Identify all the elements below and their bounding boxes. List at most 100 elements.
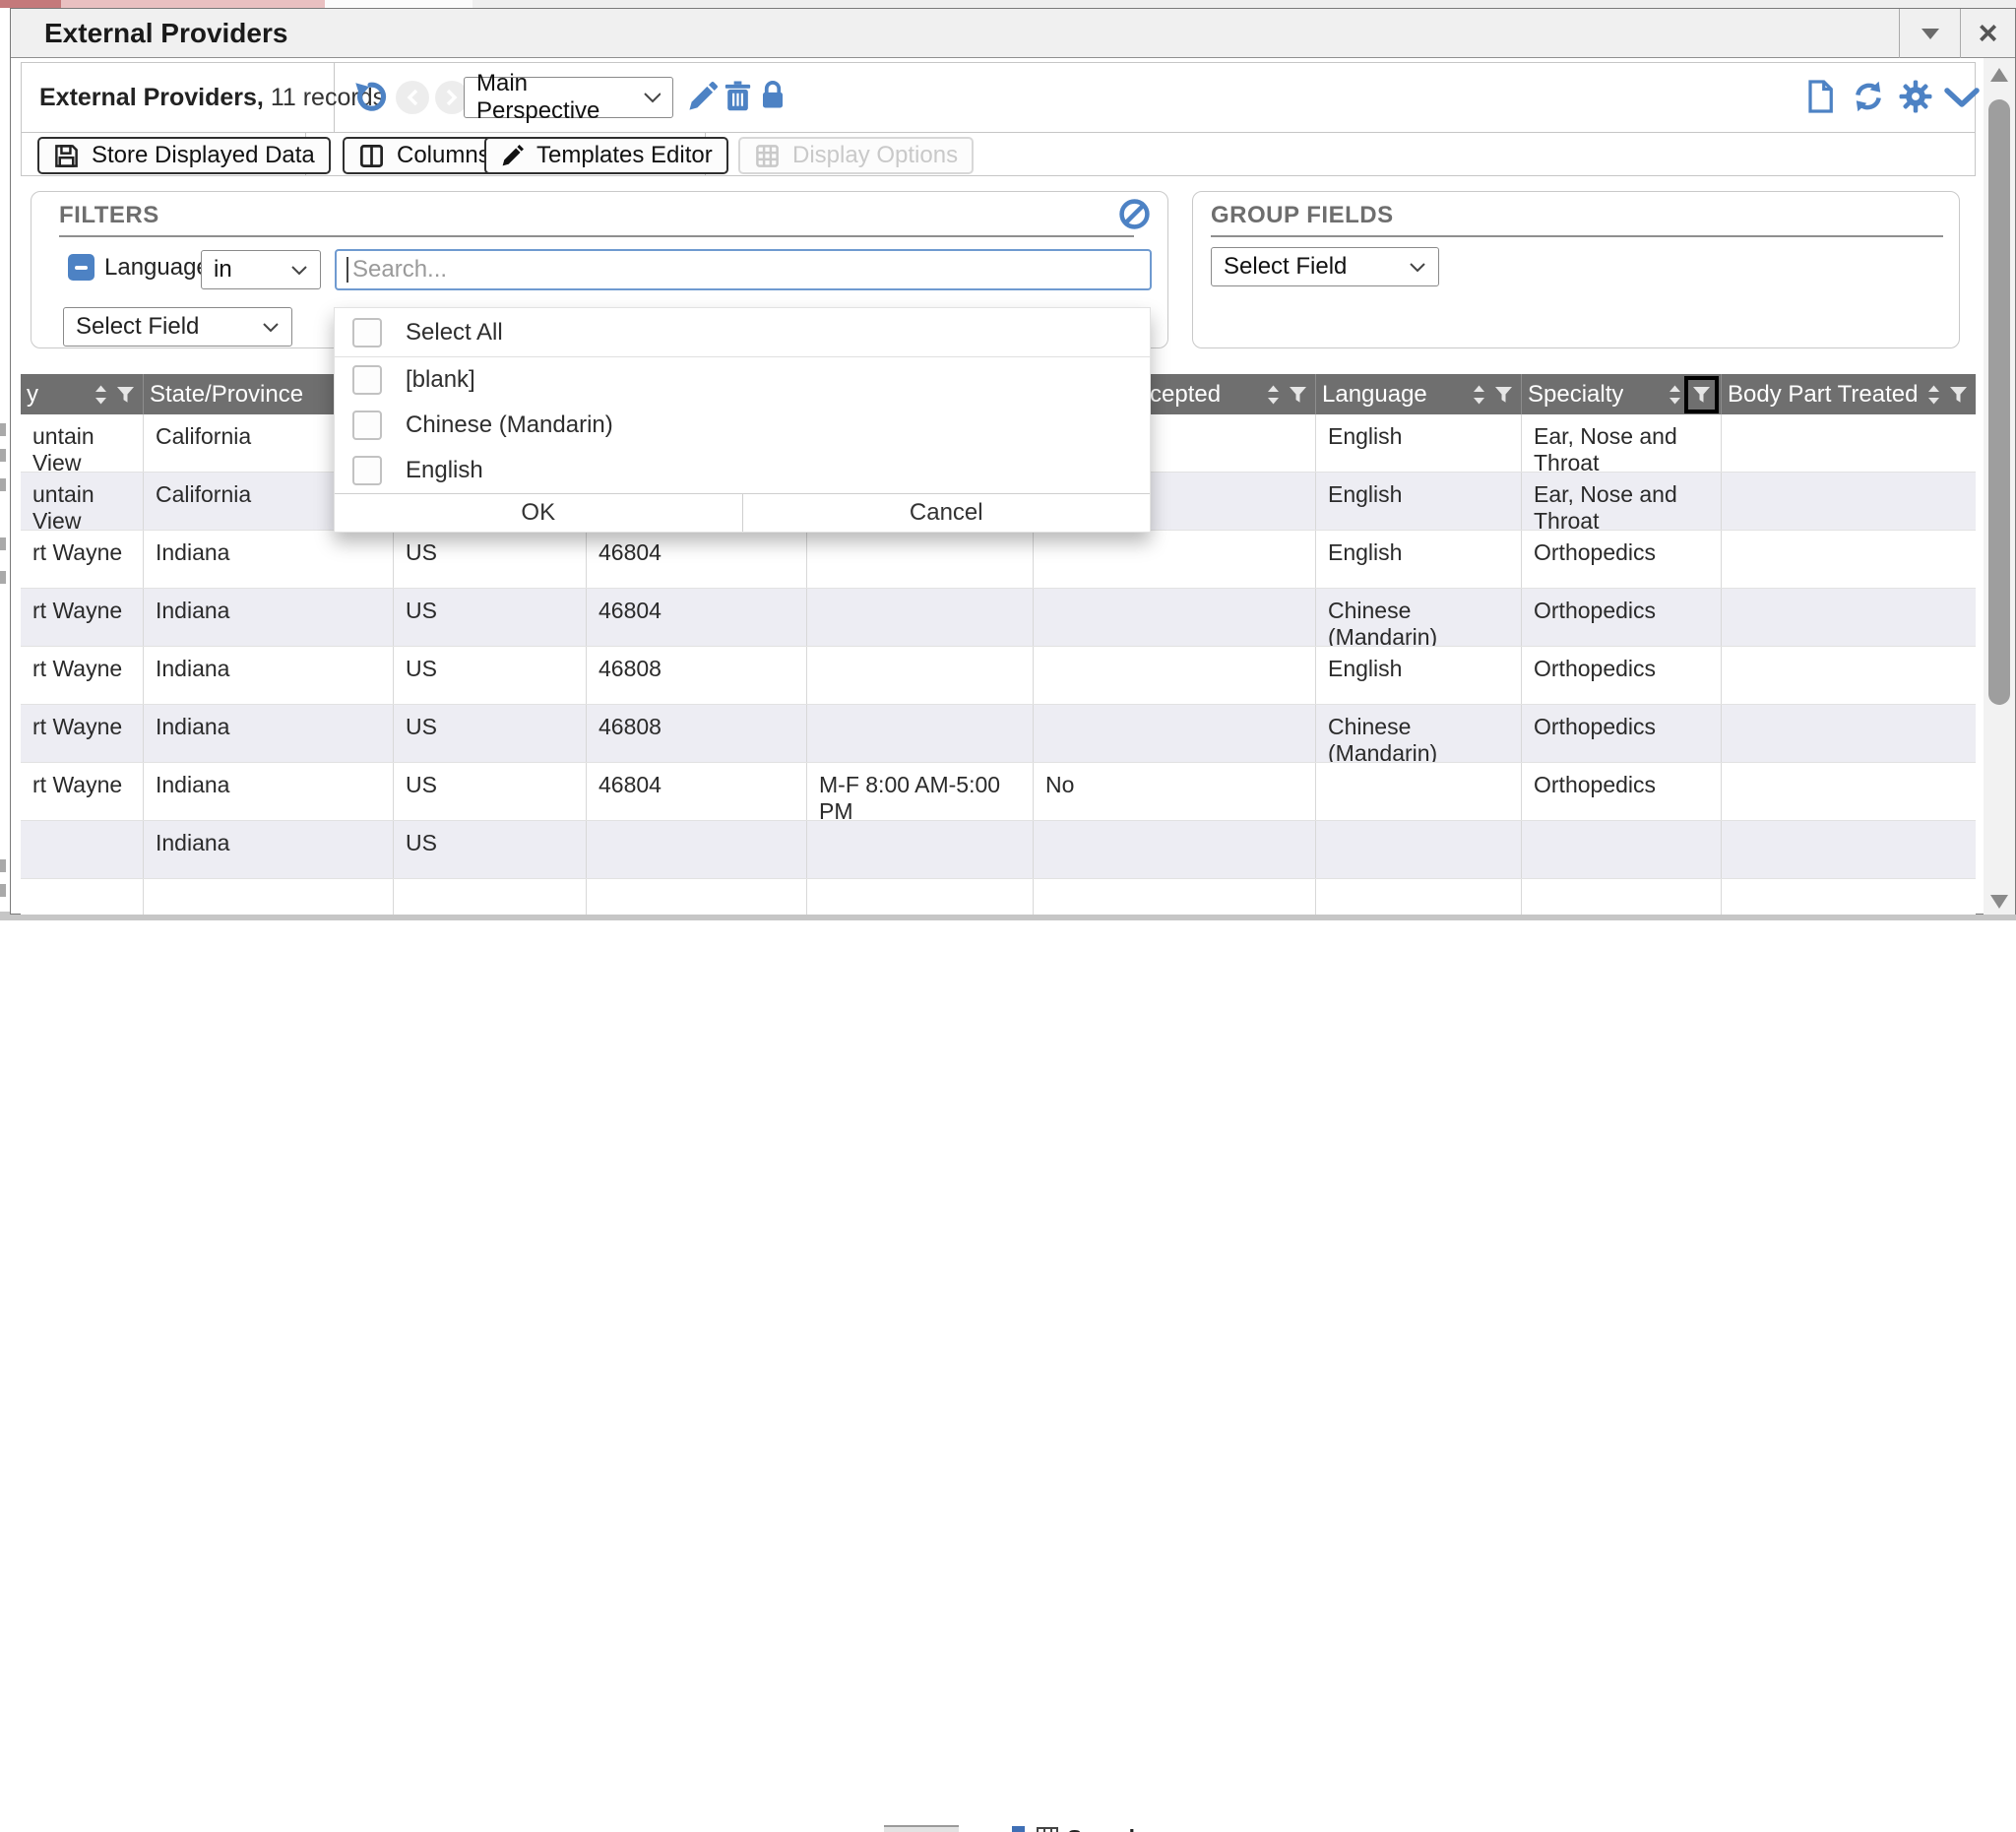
filter-funnel-icon[interactable] [1494, 386, 1513, 404]
columns-button[interactable]: Columns [343, 137, 506, 174]
cell-bodypart[interactable] [1721, 821, 1976, 878]
clear-filters-icon[interactable] [1118, 198, 1151, 230]
cell-city[interactable]: rt Wayne [21, 647, 143, 704]
cell-language[interactable]: Chinese (Mandarin) [1315, 705, 1521, 762]
cell-city[interactable] [21, 821, 143, 878]
lock-perspective-icon[interactable] [758, 78, 788, 113]
cell-accepted[interactable] [1033, 821, 1315, 878]
table-row[interactable]: rt WayneIndianaUS46808EnglishOrthopedics [21, 647, 1976, 705]
cell-zip[interactable] [586, 821, 806, 878]
cell-hours[interactable] [806, 647, 1033, 704]
back-button[interactable] [396, 81, 429, 114]
cell-state[interactable]: Indiana [143, 763, 393, 820]
cell-hours[interactable] [806, 531, 1033, 588]
dialog-close-button[interactable]: × [1960, 9, 2015, 58]
cell-zip[interactable]: 46804 [586, 589, 806, 646]
filter-funnel-icon[interactable] [116, 386, 135, 404]
cancel-button[interactable]: Cancel [742, 494, 1151, 532]
cell-accepted[interactable] [1033, 589, 1315, 646]
remove-filter-button[interactable] [68, 254, 94, 281]
cell-city[interactable]: untain View [21, 473, 143, 530]
sort-icon[interactable] [94, 384, 108, 406]
column-header-bodypart[interactable]: Body Part Treated [1721, 374, 1976, 414]
dropdown-option[interactable]: Chinese (Mandarin) [335, 403, 1150, 448]
cell-city[interactable]: rt Wayne [21, 705, 143, 762]
table-row[interactable]: rt WayneIndianaUS46804M-F 8:00 AM-5:00 P… [21, 763, 1976, 821]
cell-accepted[interactable] [1033, 705, 1315, 762]
table-row[interactable]: rt WayneIndianaUS46808Chinese (Mandarin)… [21, 705, 1976, 763]
cell-bodypart[interactable] [1721, 414, 1976, 472]
cell-specialty[interactable] [1521, 821, 1721, 878]
cell-city[interactable]: rt Wayne [21, 531, 143, 588]
filter-operator-select[interactable]: in [201, 250, 321, 289]
focused-filter-funnel[interactable] [1684, 376, 1719, 413]
cell-accepted[interactable] [1033, 531, 1315, 588]
undo-icon[interactable] [352, 79, 388, 114]
cell-bodypart[interactable] [1721, 589, 1976, 646]
sort-icon[interactable] [1472, 384, 1486, 406]
cell-zip[interactable]: 46804 [586, 531, 806, 588]
add-filter-field-select[interactable]: Select Field [63, 307, 292, 347]
dropdown-option[interactable]: Select All [335, 308, 1150, 356]
dialog-menu-button[interactable] [1899, 9, 1960, 58]
ok-button[interactable]: OK [335, 494, 742, 532]
cell-language[interactable] [1315, 821, 1521, 878]
cell-language[interactable]: English [1315, 473, 1521, 530]
cell-language[interactable]: English [1315, 414, 1521, 472]
cell-zip[interactable] [586, 879, 806, 915]
filter-search-input[interactable] [335, 249, 1152, 290]
cell-country[interactable]: US [393, 821, 586, 878]
cell-city[interactable]: rt Wayne [21, 589, 143, 646]
cell-bodypart[interactable] [1721, 647, 1976, 704]
table-row[interactable]: rt WayneIndianaUS46804 Chinese (Mandarin)… [21, 589, 1976, 647]
table-row[interactable]: IndianaUS [21, 821, 1976, 879]
cell-language[interactable]: Chinese (Mandarin) [1315, 589, 1521, 646]
templates-editor-button[interactable]: Templates Editor [484, 137, 728, 174]
cell-accepted[interactable]: No [1033, 763, 1315, 820]
cell-language[interactable]: English [1315, 647, 1521, 704]
cell-state[interactable]: Indiana [143, 705, 393, 762]
scroll-down-arrow-icon[interactable] [1990, 895, 2008, 909]
cell-state[interactable]: Indiana [143, 531, 393, 588]
cell-bodypart[interactable] [1721, 879, 1976, 915]
scroll-up-arrow-icon[interactable] [1990, 68, 2008, 82]
cell-specialty[interactable]: Orthopedics [1521, 763, 1721, 820]
cell-country[interactable]: US [393, 705, 586, 762]
scrollbar-thumb[interactable] [1988, 99, 2010, 705]
cell-hours[interactable]: M-F 8:00 AM-5:00 PM [806, 763, 1033, 820]
cell-country[interactable]: US [393, 763, 586, 820]
cell-hours[interactable] [806, 879, 1033, 915]
delete-perspective-icon[interactable] [723, 79, 753, 114]
collapse-toolbar-icon[interactable] [1943, 87, 1981, 110]
column-header-language[interactable]: Language [1315, 374, 1521, 414]
cell-specialty[interactable]: Ear, Nose and Throat [1521, 414, 1721, 472]
cell-bodypart[interactable] [1721, 705, 1976, 762]
cell-specialty[interactable] [1521, 879, 1721, 915]
cell-country[interactable] [393, 879, 586, 915]
refresh-icon[interactable] [1851, 80, 1886, 113]
cell-specialty[interactable]: Orthopedics [1521, 531, 1721, 588]
new-document-icon[interactable] [1805, 78, 1835, 115]
edit-perspective-icon[interactable] [686, 81, 719, 113]
column-header-specialty[interactable]: Specialty [1521, 374, 1721, 414]
cell-country[interactable]: US [393, 531, 586, 588]
cell-state[interactable] [143, 879, 393, 915]
cell-hours[interactable] [806, 705, 1033, 762]
cell-hours[interactable] [806, 821, 1033, 878]
cell-specialty[interactable]: Orthopedics [1521, 647, 1721, 704]
cell-zip[interactable]: 46808 [586, 647, 806, 704]
dropdown-option[interactable]: English [335, 448, 1150, 493]
cell-bodypart[interactable] [1721, 531, 1976, 588]
cell-country[interactable]: US [393, 589, 586, 646]
cell-accepted[interactable] [1033, 879, 1315, 915]
filter-funnel-icon[interactable] [1949, 386, 1968, 404]
cell-language[interactable] [1315, 879, 1521, 915]
cell-state[interactable]: Indiana [143, 589, 393, 646]
cell-language[interactable] [1315, 763, 1521, 820]
table-row[interactable] [21, 879, 1976, 915]
cell-city[interactable]: rt Wayne [21, 763, 143, 820]
cell-bodypart[interactable] [1721, 473, 1976, 530]
cell-specialty[interactable]: Orthopedics [1521, 705, 1721, 762]
cell-specialty[interactable]: Orthopedics [1521, 589, 1721, 646]
store-displayed-data-button[interactable]: Store Displayed Data [37, 137, 331, 174]
